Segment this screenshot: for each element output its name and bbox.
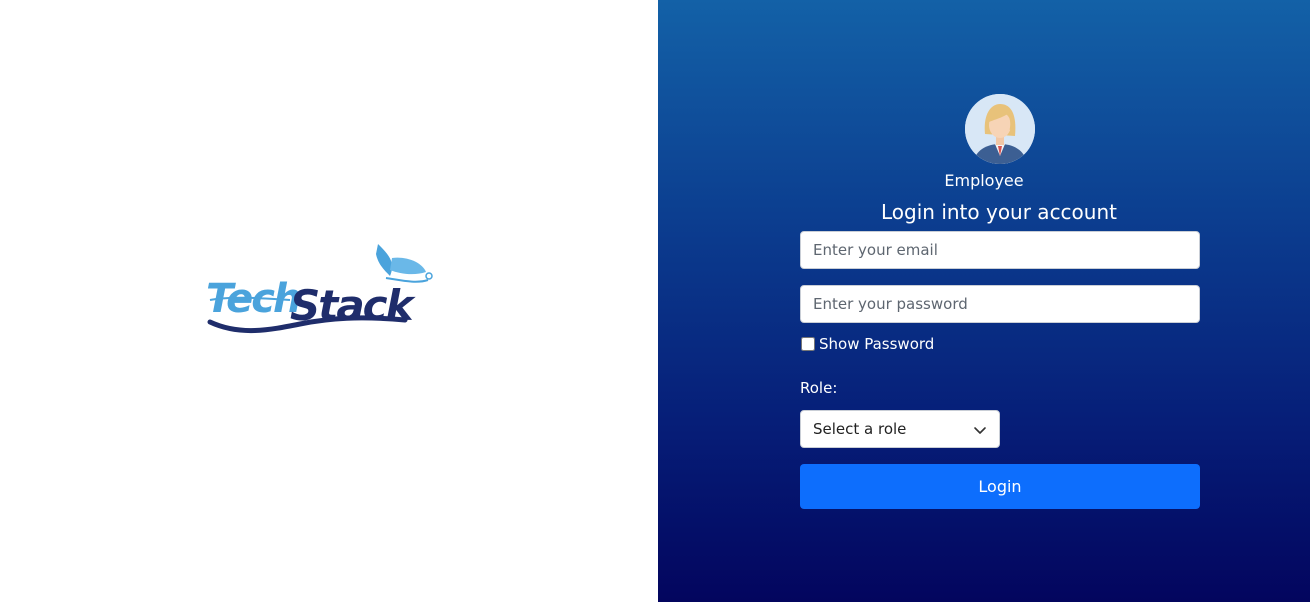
page-title: Login into your account [881,200,1117,224]
brand-panel: Tech Stack [0,0,658,602]
role-caption: Employee [944,171,1024,190]
show-password-toggle[interactable]: Show Password [800,333,934,355]
show-password-label: Show Password [819,335,935,353]
employee-avatar [965,94,1035,164]
email-field[interactable] [800,231,1200,269]
show-password-checkbox[interactable] [801,337,815,351]
login-panel: Employee Login into your account Show Pa… [658,0,1310,602]
role-select[interactable]: Select a role [800,410,1000,448]
password-field[interactable] [800,285,1200,323]
login-button[interactable]: Login [800,464,1200,509]
techstack-logo: Tech Stack [200,240,435,340]
role-label: Role: [800,379,838,397]
role-select-value: Select a role [813,420,907,438]
chevron-down-icon [974,427,986,434]
